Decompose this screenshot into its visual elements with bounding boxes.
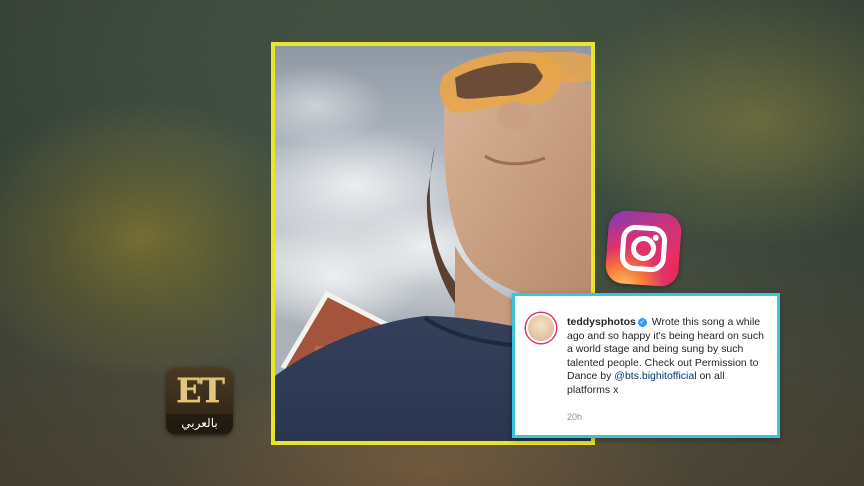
et-logo-letters: ET: [175, 371, 225, 411]
mention-link[interactable]: @bts.bighitofficial: [614, 370, 696, 382]
instagram-caption-card: teddysphotos ✓ Wrote this song a while ag…: [512, 293, 780, 438]
avatar[interactable]: [526, 313, 556, 343]
et-logo-arabic: بالعربي: [166, 414, 233, 433]
post-timestamp: 20h: [567, 412, 583, 422]
verified-badge-icon: ✓: [637, 317, 647, 327]
instagram-icon: [604, 209, 683, 288]
et-arabic-logo: ET بالعربي: [166, 368, 233, 435]
username[interactable]: teddysphotos: [567, 316, 636, 328]
caption-text: teddysphotos ✓ Wrote this song a while ag…: [567, 316, 767, 397]
instagram-glyph: [619, 224, 668, 273]
